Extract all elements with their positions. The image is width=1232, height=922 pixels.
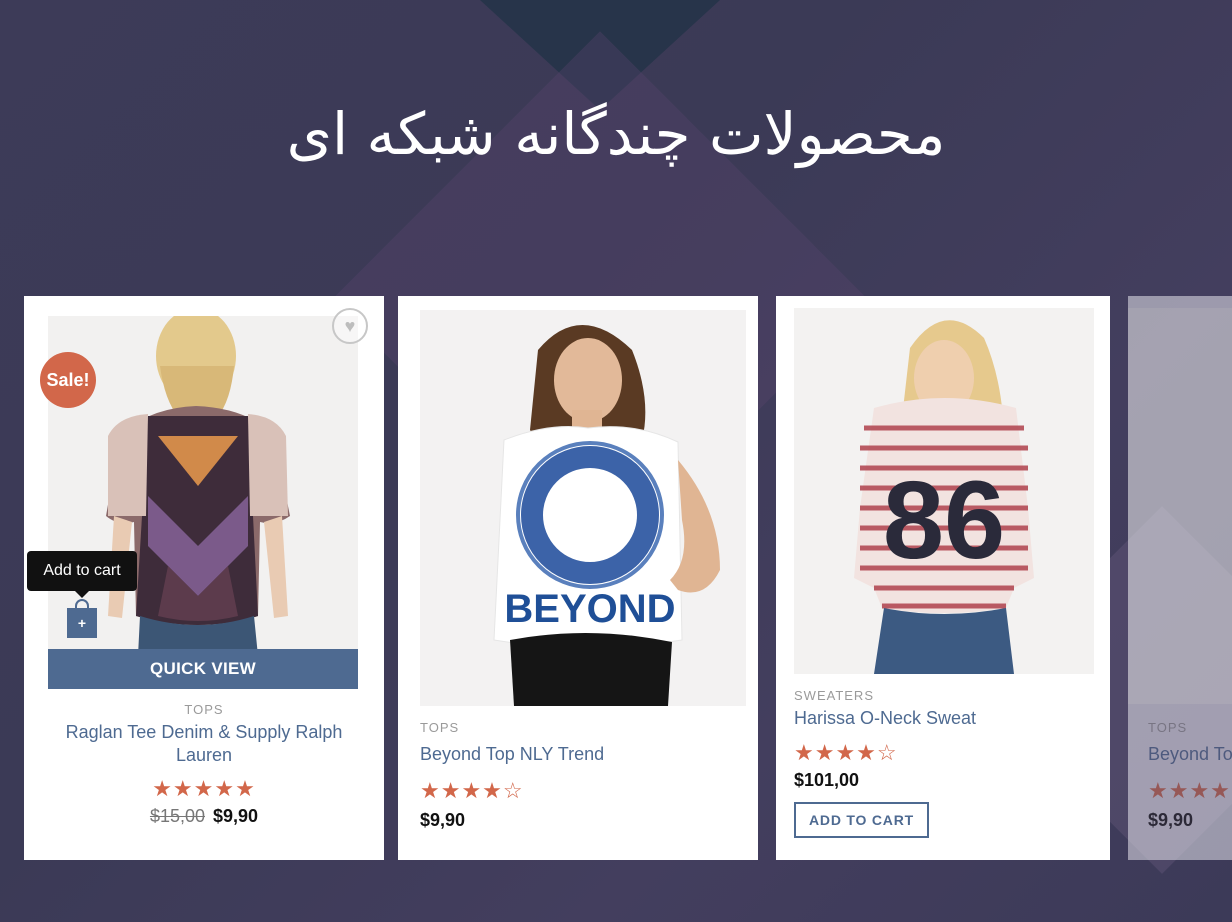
product-card[interactable]: TOPS Beyond To ★★★★★ $9,90 <box>1128 296 1232 860</box>
product-category[interactable]: TOPS <box>420 720 459 735</box>
product-category[interactable]: TOPS <box>24 702 384 717</box>
star-rating: ★★★★★ <box>152 776 256 801</box>
product-image[interactable]: 86 <box>794 308 1094 674</box>
product-photo: BEYOND <box>420 310 746 706</box>
price: $101,00 <box>794 770 860 790</box>
shopping-bag-icon[interactable]: + <box>67 599 97 638</box>
product-category[interactable]: TOPS <box>1148 720 1187 735</box>
price: $9,90 <box>1148 810 1194 830</box>
price: $9,90 <box>420 810 466 830</box>
add-to-cart-tooltip: Add to cart <box>27 551 137 598</box>
shirt-print-text: BEYOND <box>504 587 675 631</box>
star-rating: ★★★★☆ <box>420 778 524 803</box>
sale-price: $9,90 <box>213 806 259 826</box>
product-category[interactable]: SWEATERS <box>794 688 874 703</box>
product-name[interactable]: Beyond To <box>1148 743 1232 766</box>
shirt-print-text: 86 <box>883 459 1005 582</box>
product-image[interactable]: BEYOND <box>420 310 746 706</box>
product-image[interactable] <box>1128 308 1232 704</box>
product-name[interactable]: Raglan Tee Denim & Supply Ralph Lauren <box>64 721 344 767</box>
product-photo: 86 <box>794 308 1094 674</box>
quick-view-button[interactable]: QUICK VIEW <box>48 649 358 689</box>
old-price: $15,00 <box>149 806 205 826</box>
product-card[interactable]: BEYOND TOPS Beyond Top NLY Trend ★★★★☆ $… <box>398 296 758 860</box>
sale-badge: Sale! <box>40 352 96 408</box>
star-rating: ★★★★☆ <box>794 740 898 765</box>
star-rating: ★★★★★ <box>1148 778 1232 803</box>
add-to-cart-button[interactable]: ADD TO CART <box>794 802 929 838</box>
heart-icon[interactable]: ♥ <box>332 308 368 344</box>
page-title: محصولات چندگانه شبکه ای <box>286 100 946 168</box>
product-name[interactable]: Harissa O-Neck Sweat <box>794 707 976 730</box>
price: $15,00 $9,90 <box>24 806 384 827</box>
product-card[interactable]: 86 SWEATERS Harissa O-Neck Sweat ★★★★☆ $… <box>776 296 1110 860</box>
product-name[interactable]: Beyond Top NLY Trend <box>420 743 604 766</box>
product-card[interactable]: Sale! ♥ QUICK VIEW Add to cart + TOPS Ra… <box>24 296 384 860</box>
